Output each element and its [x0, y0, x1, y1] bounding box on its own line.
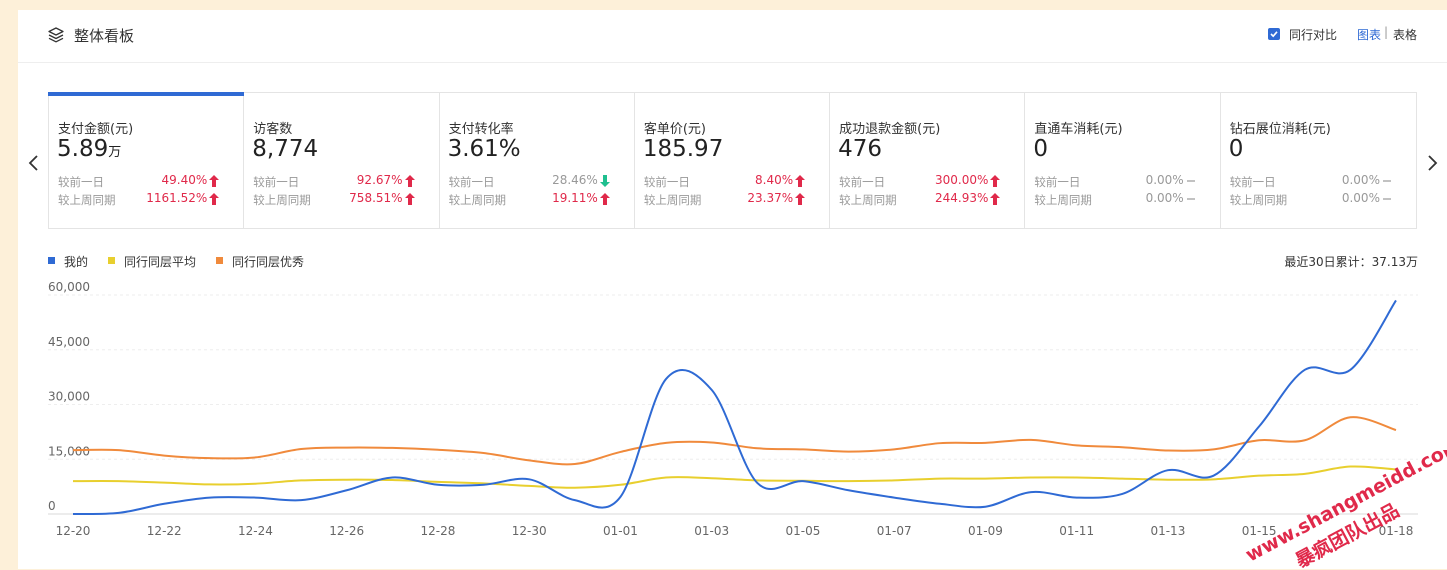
y-tick-label: 45,000	[48, 335, 90, 349]
y-tick-label: 30,000	[48, 390, 90, 404]
x-tick-label: 01-13	[1150, 524, 1185, 538]
x-tick-label: 12-30	[512, 524, 547, 538]
series-line-excellent	[72, 416, 1397, 466]
x-tick-label: 12-28	[421, 524, 456, 538]
x-tick-label: 12-24	[238, 524, 273, 538]
y-tick-label: 15,000	[48, 444, 90, 458]
x-tick-label: 01-05	[785, 524, 820, 538]
x-tick-label: 01-03	[694, 524, 729, 538]
x-tick-label: 12-20	[56, 524, 91, 538]
x-tick-label: 01-11	[1059, 524, 1094, 538]
x-tick-label: 01-01	[603, 524, 638, 538]
watermark: www.shangmeidd.com 暴疯团队出品	[1242, 450, 1447, 570]
x-tick-label: 01-07	[877, 524, 912, 538]
x-tick-label: 12-26	[329, 524, 364, 538]
y-tick-label: 0	[48, 499, 56, 513]
x-tick-label: 01-09	[968, 524, 1003, 538]
x-tick-label: 12-22	[147, 524, 182, 538]
y-tick-label: 60,000	[48, 280, 90, 294]
